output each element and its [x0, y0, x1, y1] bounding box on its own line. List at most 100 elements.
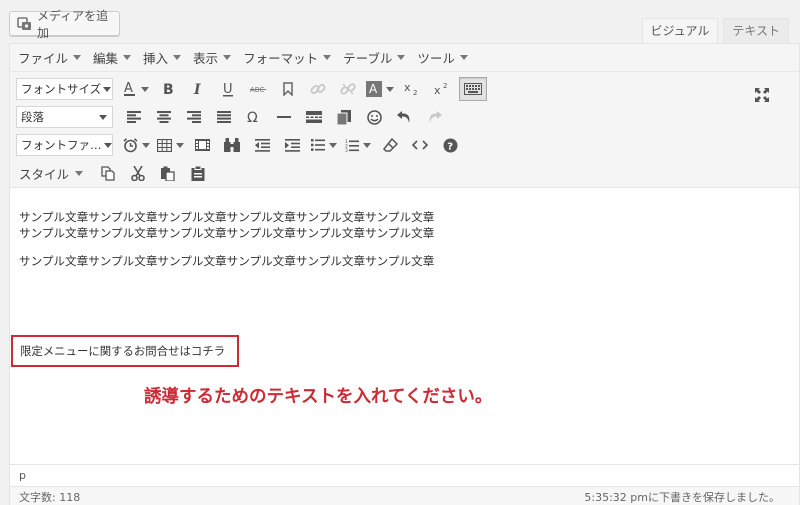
help-button[interactable]: ? — [435, 132, 465, 158]
source-code-button[interactable] — [405, 132, 435, 158]
link-button[interactable] — [303, 76, 333, 102]
bullet-list-icon — [311, 139, 325, 151]
text-color-button[interactable]: A — [119, 76, 153, 102]
annotation-text: 誘導するためのテキストを入れてください。 — [144, 387, 493, 407]
italic-button[interactable]: I — [183, 76, 213, 102]
undo-icon — [396, 111, 409, 123]
bold-button[interactable]: B — [153, 76, 183, 102]
superscript-icon: x2 — [434, 82, 447, 96]
tab-text[interactable]: テキスト — [723, 18, 789, 43]
svg-text:2: 2 — [443, 82, 447, 90]
media-embed-button[interactable] — [187, 132, 217, 158]
styles-select[interactable]: スタイル — [16, 164, 84, 183]
cut-button[interactable] — [123, 160, 153, 186]
svg-text:B: B — [163, 82, 174, 96]
word-count: 文字数: 118 — [19, 490, 81, 504]
special-character-button[interactable]: Ω — [239, 104, 269, 130]
bold-icon: B — [163, 82, 174, 96]
expand-icon — [755, 88, 769, 102]
strikethrough-icon: ABC — [250, 86, 266, 94]
align-right-button[interactable] — [179, 104, 209, 130]
element-path: p — [10, 464, 799, 486]
menu-edit[interactable]: 編集 — [93, 48, 132, 67]
bookmark-icon — [283, 82, 293, 96]
outdent-button[interactable] — [247, 132, 277, 158]
align-left-button[interactable] — [119, 104, 149, 130]
svg-text:U: U — [223, 82, 233, 97]
film-icon — [194, 139, 210, 151]
paste-icon — [161, 166, 175, 181]
eraser-icon — [382, 138, 398, 152]
underline-button[interactable]: U — [213, 76, 243, 102]
bookmark-button[interactable] — [273, 76, 303, 102]
horizontal-line-button[interactable] — [269, 104, 299, 130]
content-line: サンプル文章サンプル文章サンプル文章サンプル文章サンプル文章サンプル文章 — [19, 254, 435, 268]
italic-icon: I — [193, 82, 201, 96]
highlight-text: 限定メニューに関するお問合せはコチラ — [20, 344, 226, 358]
justify-icon — [217, 111, 231, 123]
menu-table[interactable]: テーブル — [343, 48, 406, 67]
fullscreen-button[interactable] — [747, 82, 777, 108]
justify-button[interactable] — [209, 104, 239, 130]
read-more-button[interactable] — [299, 104, 329, 130]
editor-content[interactable]: サンプル文章サンプル文章サンプル文章サンプル文章サンプル文章サンプル文章 サンプ… — [10, 189, 799, 463]
subscript-icon: x2 — [404, 82, 417, 96]
svg-text:x: x — [434, 84, 441, 96]
numbered-list-button[interactable]: 123 — [341, 132, 375, 158]
bullet-list-button[interactable] — [307, 132, 341, 158]
align-center-icon — [157, 111, 171, 123]
redo-button[interactable] — [419, 104, 449, 130]
font-size-select[interactable]: フォントサイズ — [16, 78, 113, 100]
add-media-button[interactable]: メディアを追加 — [9, 9, 120, 40]
background-color-icon: A — [366, 81, 382, 97]
text-color-icon: A — [124, 81, 135, 96]
media-icon — [17, 16, 31, 30]
indent-icon — [284, 138, 300, 152]
clear-formatting-button[interactable] — [375, 132, 405, 158]
tab-visual[interactable]: ビジュアル — [641, 18, 719, 44]
font-family-select[interactable]: フォントファ… — [16, 134, 113, 156]
clock-button[interactable] — [119, 132, 153, 158]
align-center-button[interactable] — [149, 104, 179, 130]
menu-tools[interactable]: ツール — [417, 48, 468, 67]
format-select[interactable]: 段落 — [16, 106, 113, 128]
clipboard-icon — [191, 165, 205, 181]
table-icon — [156, 138, 172, 152]
menu-view[interactable]: 表示 — [193, 48, 232, 67]
scissors-icon — [131, 165, 145, 181]
subscript-button[interactable]: x2 — [397, 76, 427, 102]
underline-icon: U — [223, 82, 233, 97]
undo-button[interactable] — [389, 104, 419, 130]
outdent-icon — [254, 138, 270, 152]
horizontal-line-icon — [277, 116, 291, 118]
menu-format[interactable]: フォーマット — [243, 48, 332, 67]
table-button[interactable] — [153, 132, 187, 158]
paste-text-button[interactable] — [329, 104, 359, 130]
status-bar: 文字数: 118 5:35:32 pmに下書きを保存しました。 — [10, 486, 799, 505]
background-color-button[interactable]: A — [363, 76, 397, 102]
copy-button[interactable] — [93, 160, 123, 186]
draft-saved-status: 5:35:32 pmに下書きを保存しました。 — [584, 490, 780, 504]
menu-file[interactable]: ファイル — [18, 48, 82, 67]
find-replace-button[interactable] — [217, 132, 247, 158]
menubar: ファイル 編集 挿入 表示 フォーマット テーブル ツール — [10, 44, 799, 72]
toolbar-toggle-button[interactable] — [459, 77, 487, 101]
code-icon — [412, 140, 428, 150]
read-more-icon — [306, 111, 322, 123]
emoticon-button[interactable] — [359, 104, 389, 130]
link-icon — [310, 84, 326, 94]
indent-button[interactable] — [277, 132, 307, 158]
unlink-icon — [340, 83, 356, 95]
paste-button[interactable] — [153, 160, 183, 186]
strikethrough-button[interactable]: ABC — [243, 76, 273, 102]
svg-text:I: I — [193, 82, 201, 96]
menu-insert[interactable]: 挿入 — [143, 48, 182, 67]
align-right-icon — [187, 111, 201, 123]
editor-frame: ファイル 編集 挿入 表示 フォーマット テーブル ツール フォントサイズ A … — [9, 43, 800, 505]
editor-mode-tabs: ビジュアル テキスト — [641, 18, 789, 44]
svg-text:2: 2 — [413, 89, 417, 96]
unlink-button[interactable] — [333, 76, 363, 102]
clipboard-button[interactable] — [183, 160, 213, 186]
superscript-button[interactable]: x2 — [427, 76, 457, 102]
keyboard-icon — [464, 83, 482, 95]
